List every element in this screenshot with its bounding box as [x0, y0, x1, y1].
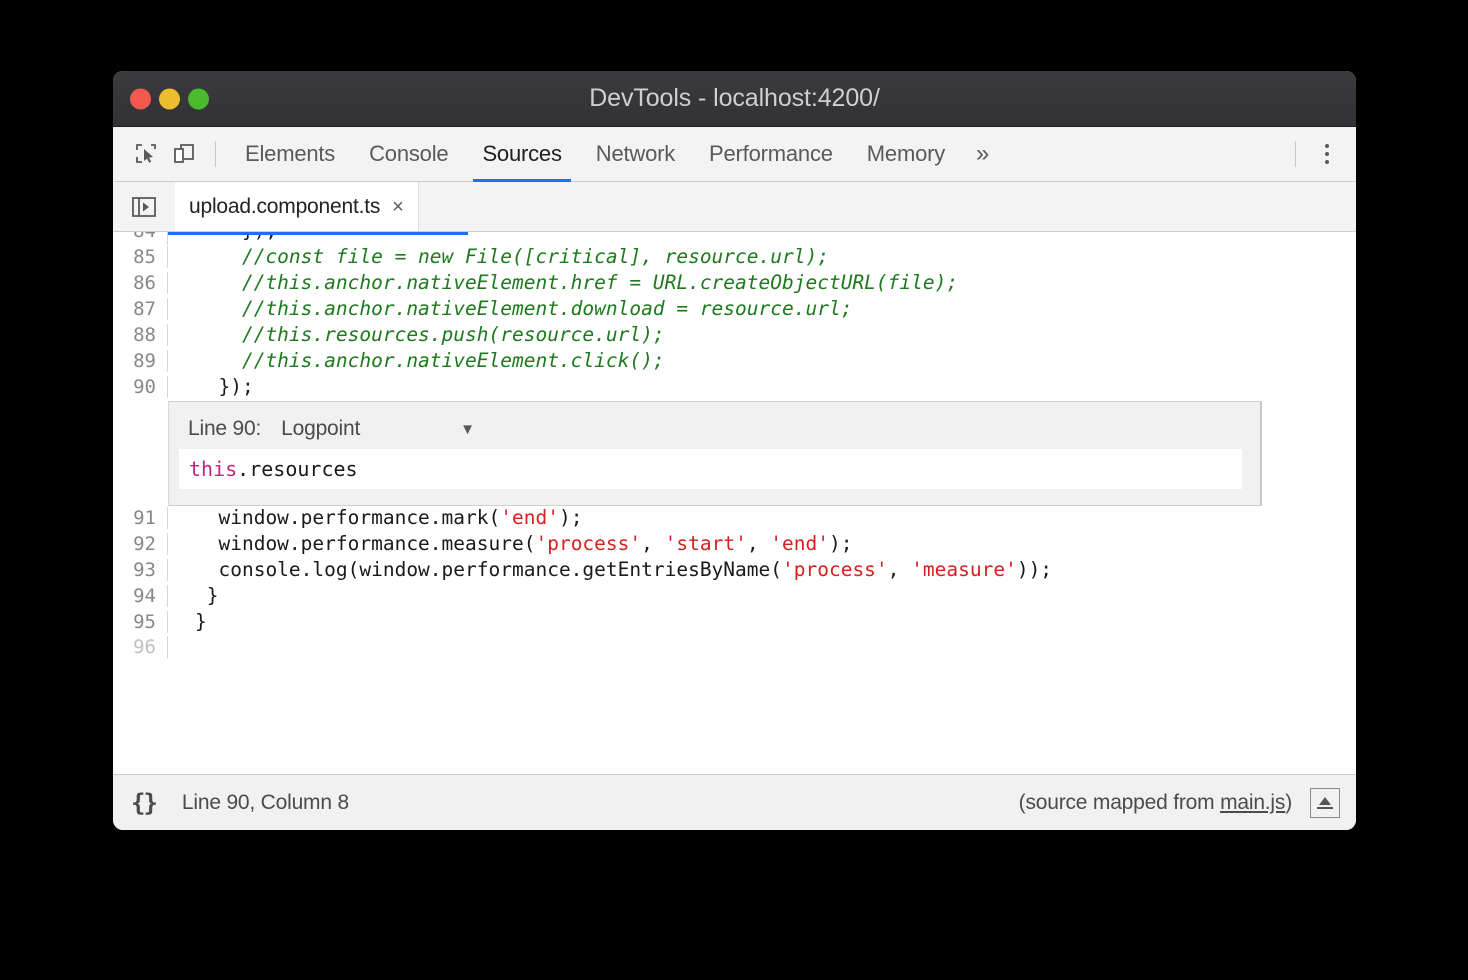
- logpoint-expression-keyword: this: [189, 457, 237, 481]
- line-content: //this.anchor.nativeElement.click();: [168, 349, 665, 372]
- line-number: 92: [113, 533, 168, 555]
- tab-memory[interactable]: Memory: [850, 127, 962, 181]
- toolbar-divider: [215, 141, 216, 167]
- toolbar-right-group: [1283, 135, 1356, 173]
- minimize-window-button[interactable]: [159, 88, 180, 109]
- drawer-bar: [1317, 807, 1333, 809]
- tab-sources[interactable]: Sources: [465, 127, 578, 181]
- logpoint-panel: Line 90: Logpoint ▼ this.resources: [169, 401, 1262, 506]
- line-content: //const file = new File([critical], reso…: [168, 245, 829, 268]
- close-window-button[interactable]: [130, 88, 151, 109]
- cursor-position-label: Line 90, Column 8: [182, 791, 349, 815]
- editor-status-bar: {} Line 90, Column 8 (source mapped from…: [113, 774, 1356, 830]
- file-tab-label: upload.component.ts: [189, 195, 380, 219]
- code-line: 90 });: [113, 375, 1356, 401]
- line-number: 95: [113, 611, 168, 633]
- device-toolbar-icon[interactable]: [165, 135, 203, 173]
- source-map-prefix: (source mapped from: [1019, 791, 1220, 814]
- line-number: 93: [113, 559, 168, 581]
- file-tab-upload-component-ts[interactable]: upload.component.ts ×: [175, 182, 419, 231]
- toolbar-right-divider: [1295, 141, 1296, 167]
- line-number: 84: [113, 232, 168, 245]
- drawer-triangle: [1319, 797, 1331, 805]
- code-line: 87 //this.anchor.nativeElement.download …: [113, 297, 1356, 323]
- tab-performance[interactable]: Performance: [692, 127, 850, 181]
- window-title: DevTools - localhost:4200/: [113, 84, 1356, 113]
- logpoint-gutter: [113, 401, 169, 506]
- logpoint-expression-input[interactable]: this.resources: [179, 449, 1242, 489]
- active-tab-underline: [168, 232, 468, 235]
- source-code-editor[interactable]: 84 }); 85 //const file = new File([criti…: [113, 232, 1356, 774]
- window-title-bar: DevTools - localhost:4200/: [113, 71, 1356, 127]
- logpoint-header: Line 90: Logpoint ▼: [169, 414, 1260, 449]
- tab-elements[interactable]: Elements: [228, 127, 352, 181]
- devtools-toolbar: Elements Console Sources Network Perform…: [113, 127, 1356, 182]
- line-number: 96: [113, 636, 168, 658]
- more-tabs-chevron-icon[interactable]: »: [962, 127, 1003, 181]
- panel-tabs: Elements Console Sources Network Perform…: [228, 127, 1003, 181]
- code-line: 91 window.performance.mark('end');: [113, 506, 1356, 532]
- line-number: 94: [113, 585, 168, 607]
- line-content: }: [168, 584, 218, 607]
- breakpoint-type-select[interactable]: Logpoint ▼: [281, 417, 475, 441]
- code-line: 85 //const file = new File([critical], r…: [113, 245, 1356, 271]
- line-number: 89: [113, 350, 168, 372]
- source-map-note: (source mapped from main.js): [1019, 791, 1292, 815]
- code-line: 96: [113, 636, 1356, 662]
- inspect-element-icon[interactable]: [127, 135, 165, 173]
- devtools-window: DevTools - localhost:4200/ Elements Cons…: [113, 71, 1356, 830]
- line-number: 90: [113, 376, 168, 398]
- code-line: 95 }: [113, 610, 1356, 636]
- line-content: }: [168, 610, 207, 633]
- line-number: 85: [113, 246, 168, 268]
- line-number: 87: [113, 298, 168, 320]
- logpoint-expression-rest: .resources: [237, 457, 357, 481]
- line-content: //this.resources.push(resource.url);: [168, 323, 665, 346]
- status-bar-right: (source mapped from main.js): [1019, 788, 1340, 818]
- close-icon[interactable]: ×: [392, 197, 403, 217]
- logpoint-line-label: Line 90:: [188, 417, 261, 441]
- code-line: 89 //this.anchor.nativeElement.click();: [113, 349, 1356, 375]
- line-content: window.performance.measure('process', 's…: [168, 532, 852, 555]
- code-line: 88 //this.resources.push(resource.url);: [113, 323, 1356, 349]
- maximize-window-button[interactable]: [188, 88, 209, 109]
- line-content: //this.anchor.nativeElement.href = URL.c…: [168, 271, 958, 294]
- navigator-panel-toggle-icon[interactable]: [127, 190, 161, 224]
- code-line: 94 }: [113, 584, 1356, 610]
- kebab-menu-icon[interactable]: [1308, 135, 1346, 173]
- line-content: window.performance.mark('end');: [168, 506, 582, 529]
- code-line: 92 window.performance.measure('process',…: [113, 532, 1356, 558]
- code-line: 86 //this.anchor.nativeElement.href = UR…: [113, 271, 1356, 297]
- line-content: });: [168, 375, 254, 398]
- code-line: 84 });: [113, 232, 1356, 245]
- code-line: 93 console.log(window.performance.getEnt…: [113, 558, 1356, 584]
- pretty-print-button[interactable]: {}: [131, 789, 156, 817]
- chevron-down-icon: ▼: [460, 421, 475, 438]
- line-number: 86: [113, 272, 168, 294]
- source-map-suffix: ): [1285, 791, 1292, 814]
- line-content: //this.anchor.nativeElement.download = r…: [168, 297, 852, 320]
- line-number: 88: [113, 324, 168, 346]
- line-content: console.log(window.performance.getEntrie…: [168, 558, 1052, 581]
- line-number: 91: [113, 507, 168, 529]
- tab-console[interactable]: Console: [352, 127, 465, 181]
- window-controls: [130, 88, 209, 109]
- logpoint-editor: Line 90: Logpoint ▼ this.resources: [113, 401, 1356, 506]
- file-tab-strip: upload.component.ts ×: [113, 182, 1356, 232]
- tab-network[interactable]: Network: [579, 127, 692, 181]
- show-drawer-icon[interactable]: [1310, 788, 1340, 818]
- source-map-link[interactable]: main.js: [1220, 791, 1285, 814]
- breakpoint-type-value: Logpoint: [281, 417, 360, 441]
